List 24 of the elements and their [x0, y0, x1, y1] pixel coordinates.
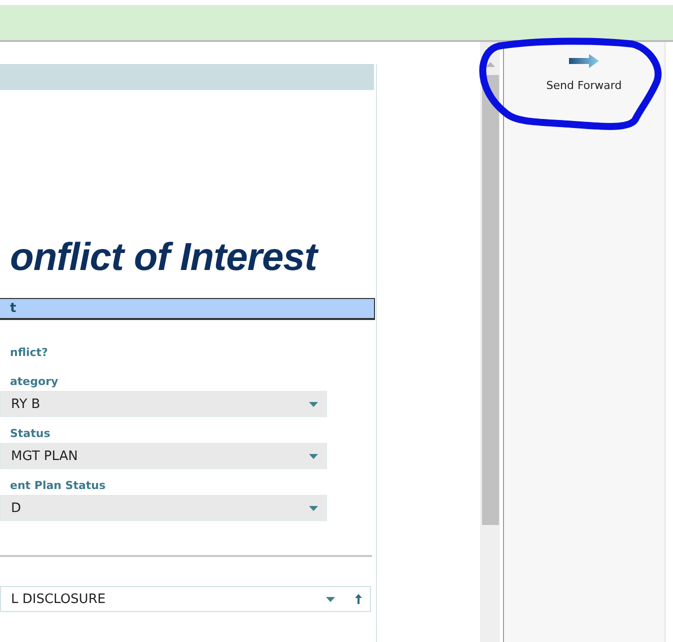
- send-forward-button[interactable]: Send Forward: [542, 54, 626, 92]
- dropdown-value: L DISCLOSURE: [11, 592, 107, 606]
- up-arrow-icon[interactable]: [355, 594, 362, 604]
- dropdown-value: RY B: [11, 396, 42, 412]
- dropdown-field[interactable]: MGT PLAN: [0, 443, 327, 469]
- caret-icon: [326, 596, 335, 602]
- field-label: Status: [9, 427, 52, 440]
- form-title: onflict of Interest: [10, 236, 320, 280]
- caret-icon: [309, 506, 318, 510]
- dropdown-field[interactable]: RY B: [0, 391, 327, 417]
- right-arrow-icon: [569, 54, 599, 68]
- scroll-up-icon[interactable]: [486, 62, 494, 67]
- field-label: nflict?: [9, 346, 49, 359]
- dropdown-value: MGT PLAN: [11, 448, 79, 464]
- caret-icon: [309, 402, 318, 406]
- scroll-thumb[interactable]: [482, 75, 498, 525]
- dropdown-field[interactable]: L DISCLOSURE: [0, 586, 371, 612]
- dropdown-field[interactable]: D: [0, 495, 327, 521]
- scrollbar[interactable]: [480, 42, 500, 642]
- section-header: t: [0, 298, 375, 320]
- field-label: ategory: [9, 375, 60, 388]
- dropdown-value: D: [11, 500, 22, 516]
- field-label: ent Plan Status: [9, 479, 107, 492]
- caret-icon: [309, 454, 318, 458]
